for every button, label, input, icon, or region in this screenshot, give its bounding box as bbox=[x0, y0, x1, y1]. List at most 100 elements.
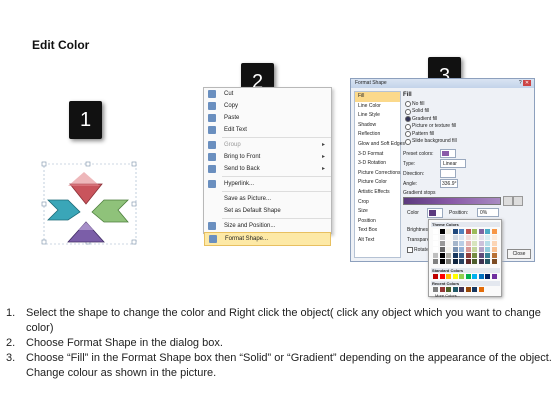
nav-item-reflection[interactable]: Reflection bbox=[355, 130, 400, 140]
red-arrow-shape[interactable] bbox=[69, 183, 103, 205]
color-swatch[interactable] bbox=[439, 247, 445, 252]
nav-item-line-color[interactable]: Line Color bbox=[355, 102, 400, 112]
color-swatch[interactable] bbox=[452, 287, 458, 292]
nav-item-shadow[interactable]: Shadow bbox=[355, 121, 400, 131]
color-swatch[interactable] bbox=[485, 274, 490, 279]
color-swatch[interactable] bbox=[439, 287, 445, 292]
color-swatch[interactable] bbox=[459, 274, 464, 279]
color-swatch[interactable] bbox=[439, 235, 445, 240]
nav-item-artistic-effects[interactable]: Artistic Effects bbox=[355, 188, 400, 198]
menu-item-cut[interactable]: Cut bbox=[204, 88, 331, 100]
color-swatch[interactable] bbox=[478, 287, 484, 292]
color-swatch[interactable] bbox=[472, 274, 477, 279]
close-button[interactable]: Close bbox=[507, 249, 531, 259]
color-swatch[interactable] bbox=[478, 235, 484, 240]
nav-item-3-d-format[interactable]: 3-D Format bbox=[355, 150, 400, 160]
color-swatch[interactable] bbox=[485, 229, 490, 234]
color-swatch[interactable] bbox=[439, 259, 445, 264]
color-swatch[interactable] bbox=[478, 253, 484, 258]
color-swatch[interactable] bbox=[433, 235, 438, 240]
color-swatch[interactable] bbox=[485, 259, 490, 264]
color-swatch[interactable] bbox=[485, 247, 490, 252]
color-swatch[interactable] bbox=[439, 229, 445, 234]
color-swatch[interactable] bbox=[472, 259, 477, 264]
color-swatch[interactable] bbox=[446, 274, 451, 279]
color-swatch[interactable] bbox=[485, 241, 490, 246]
color-swatch[interactable] bbox=[491, 253, 497, 258]
green-arrow-shape[interactable] bbox=[91, 199, 129, 223]
remove-stop-button[interactable] bbox=[513, 196, 523, 206]
color-swatch[interactable] bbox=[472, 241, 477, 246]
color-swatch[interactable] bbox=[472, 287, 477, 292]
color-swatch[interactable] bbox=[452, 259, 458, 264]
type-select[interactable]: Linear bbox=[440, 159, 466, 168]
radio-solid-fill[interactable] bbox=[405, 108, 411, 115]
color-swatch[interactable] bbox=[485, 235, 490, 240]
color-swatch[interactable] bbox=[452, 229, 458, 234]
dialog-window-controls[interactable]: ? ✕ bbox=[519, 79, 531, 88]
color-swatch[interactable] bbox=[452, 241, 458, 246]
menu-item-size-and-position[interactable]: Size and Position... bbox=[204, 220, 331, 232]
position-input[interactable]: 0% bbox=[477, 208, 499, 217]
angle-input[interactable]: 336.9° bbox=[440, 179, 458, 188]
menu-item-bring-to-front[interactable]: Bring to Front ▸ bbox=[204, 151, 331, 163]
color-swatch[interactable] bbox=[452, 247, 458, 252]
color-swatch[interactable] bbox=[446, 247, 451, 252]
color-swatch[interactable] bbox=[446, 241, 451, 246]
color-swatch[interactable] bbox=[465, 229, 471, 234]
color-swatch[interactable] bbox=[433, 253, 438, 258]
menu-item-edit-text[interactable]: Edit Text bbox=[204, 124, 331, 136]
color-swatch[interactable] bbox=[439, 274, 445, 279]
color-swatch[interactable] bbox=[446, 235, 451, 240]
color-swatch[interactable] bbox=[491, 235, 497, 240]
color-swatch[interactable] bbox=[446, 253, 451, 258]
color-swatch[interactable] bbox=[459, 253, 464, 258]
color-swatch[interactable] bbox=[433, 241, 438, 246]
color-swatch[interactable] bbox=[465, 235, 471, 240]
color-swatch[interactable] bbox=[465, 253, 471, 258]
color-swatch[interactable] bbox=[433, 247, 438, 252]
nav-item-fill[interactable]: Fill bbox=[355, 92, 400, 102]
color-swatch[interactable] bbox=[459, 287, 464, 292]
menu-item-set-as-default-shape[interactable]: Set as Default Shape bbox=[204, 205, 331, 217]
color-swatch[interactable] bbox=[439, 241, 445, 246]
color-swatch[interactable] bbox=[433, 287, 438, 292]
color-swatch[interactable] bbox=[478, 259, 484, 264]
color-swatch[interactable] bbox=[465, 287, 471, 292]
menu-item-hyperlink[interactable]: Hyperlink... bbox=[204, 178, 331, 190]
color-swatch[interactable] bbox=[452, 235, 458, 240]
color-swatch[interactable] bbox=[472, 247, 477, 252]
more-colors-link[interactable]: More Colors... bbox=[435, 293, 460, 298]
color-swatch[interactable] bbox=[433, 259, 438, 264]
color-swatch[interactable] bbox=[478, 247, 484, 252]
color-swatch[interactable] bbox=[446, 229, 451, 234]
color-swatch[interactable] bbox=[465, 241, 471, 246]
color-swatch[interactable] bbox=[491, 247, 497, 252]
teal-arrow-shape[interactable] bbox=[47, 199, 81, 221]
color-swatch[interactable] bbox=[459, 229, 464, 234]
radio-pattern-fill[interactable] bbox=[405, 131, 411, 137]
rotate-checkbox[interactable] bbox=[407, 247, 413, 253]
preset-colors-dropdown[interactable] bbox=[440, 149, 456, 158]
color-swatch[interactable] bbox=[472, 253, 477, 258]
nav-item-picture-corrections[interactable]: Picture Corrections bbox=[355, 169, 401, 179]
color-swatch[interactable] bbox=[465, 274, 471, 279]
color-swatch[interactable] bbox=[433, 274, 438, 279]
radio-slide-background-fill[interactable] bbox=[405, 138, 411, 145]
nav-item-position[interactable]: Position bbox=[355, 217, 400, 227]
color-swatch[interactable] bbox=[472, 229, 477, 234]
color-swatch[interactable] bbox=[452, 253, 458, 258]
nav-item-text-box[interactable]: Text Box bbox=[355, 226, 400, 236]
close-icon[interactable]: ✕ bbox=[523, 80, 531, 86]
color-swatch[interactable] bbox=[446, 259, 451, 264]
color-swatch[interactable] bbox=[491, 229, 497, 234]
gradient-bar[interactable] bbox=[403, 197, 501, 205]
color-swatch[interactable] bbox=[491, 259, 497, 264]
color-swatch[interactable] bbox=[439, 253, 445, 258]
color-swatch[interactable] bbox=[459, 241, 464, 246]
color-swatch[interactable] bbox=[485, 253, 490, 258]
color-swatch[interactable] bbox=[465, 247, 471, 252]
nav-item-line-style[interactable]: Line Style bbox=[355, 111, 400, 121]
menu-item-format-shape[interactable]: Format Shape... bbox=[204, 232, 331, 246]
color-swatch[interactable] bbox=[478, 241, 484, 246]
